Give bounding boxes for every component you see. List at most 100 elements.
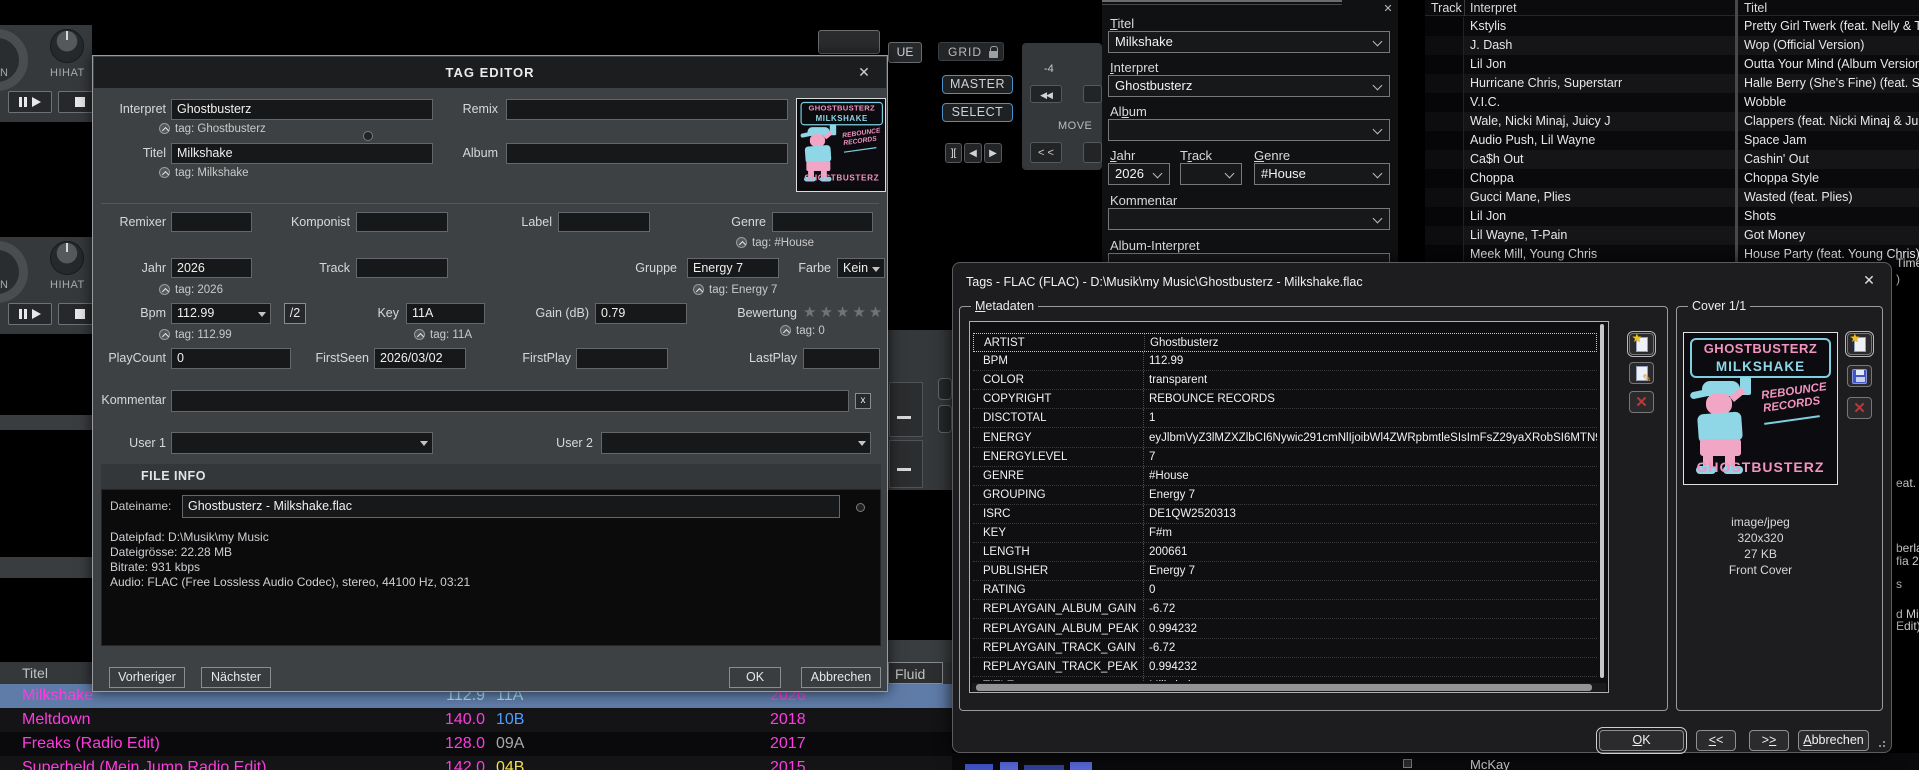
- vertical-scrollbar[interactable]: [1600, 324, 1604, 678]
- playlist-row[interactable]: Freaks (Radio Edit)128.009A2017: [0, 732, 952, 756]
- tracklist-row[interactable]: Lil Wayne, T-Pain: [1425, 226, 1735, 245]
- tracklist-row[interactable]: J. Dash: [1425, 36, 1735, 55]
- tag-source-icon[interactable]: [780, 325, 791, 336]
- jahr-field[interactable]: 2026: [171, 258, 252, 278]
- tag-source-icon[interactable]: [736, 237, 747, 248]
- playlist-row[interactable]: Meltdown140.010B2018: [0, 708, 952, 732]
- edit-tag-button[interactable]: ✎: [1629, 362, 1654, 384]
- album-combo[interactable]: [1108, 119, 1390, 141]
- metadata-row[interactable]: TITLEMilkshake: [973, 677, 1597, 681]
- album-field[interactable]: [506, 143, 788, 164]
- tag-source-icon[interactable]: [159, 284, 170, 295]
- genre-field[interactable]: [772, 212, 873, 232]
- tracklist-row[interactable]: Outta Your Mind (Album Version (: [1738, 55, 1919, 74]
- metadata-row[interactable]: REPLAYGAIN_ALBUM_PEAK0.994232: [973, 620, 1597, 639]
- metadata-row[interactable]: REPLAYGAIN_ALBUM_GAIN-6.72: [973, 600, 1597, 619]
- cover-image[interactable]: GHOSTBUSTERZMILKSHAKE REBOUNCERECORDS GH…: [1683, 332, 1838, 485]
- metadata-row[interactable]: DISCTOTAL1: [973, 409, 1597, 428]
- playlist-row[interactable]: Superheld (Mein Jump Radio Edit)142.004B…: [0, 756, 952, 770]
- kommentar-field[interactable]: [171, 390, 849, 412]
- knob-partial[interactable]: [0, 29, 28, 91]
- previous-file-button[interactable]: <<: [1696, 730, 1736, 751]
- eq-slider[interactable]: [889, 382, 923, 437]
- close-icon[interactable]: ✕: [1382, 2, 1394, 14]
- label-field[interactable]: [558, 212, 650, 232]
- partial-button[interactable]: [938, 378, 952, 400]
- metadata-row[interactable]: PUBLISHEREnergy 7: [973, 562, 1597, 581]
- tracklist-row[interactable]: Wobble: [1738, 93, 1919, 112]
- close-icon[interactable]: ✕: [1859, 271, 1879, 289]
- tracklist-row[interactable]: Audio Push, Lil Wayne: [1425, 131, 1735, 150]
- tracklist-row[interactable]: Wop (Official Version): [1738, 36, 1919, 55]
- horizontal-scrollbar[interactable]: [972, 683, 1606, 692]
- cancel-button[interactable]: Abbrechen: [1798, 730, 1869, 751]
- file-info-header[interactable]: FILE INFO: [141, 469, 206, 483]
- titel-combo[interactable]: Milkshake: [1108, 31, 1390, 53]
- tracklist-row[interactable]: Hurricane Chris, Superstarr: [1425, 74, 1735, 93]
- track-field[interactable]: [356, 258, 448, 278]
- bpm-half-button[interactable]: /2: [284, 303, 306, 324]
- partial-button[interactable]: [818, 30, 880, 54]
- tracklist-row[interactable]: Lil Jon: [1425, 207, 1735, 226]
- partial-button[interactable]: [938, 405, 952, 433]
- tracklist-row[interactable]: Halle Berry (She's Fine) (feat. Supe: [1738, 74, 1919, 93]
- metadata-row[interactable]: ENERGYLEVEL7: [973, 448, 1597, 467]
- stop-button[interactable]: [58, 91, 92, 113]
- interpret-field[interactable]: Ghostbusterz: [171, 99, 433, 120]
- tracklist-row[interactable]: Clappers (feat. Nicki Minaj & Juicy: [1738, 112, 1919, 131]
- kommentar-clear-button[interactable]: x: [855, 393, 871, 409]
- metadata-row[interactable]: KEYF#m: [973, 524, 1597, 543]
- titel-field[interactable]: Milkshake: [171, 143, 433, 164]
- playcount-field[interactable]: 0: [171, 348, 291, 369]
- metadata-row[interactable]: ARTISTGhostbusterz: [973, 333, 1597, 352]
- move-forward-button-partial[interactable]: [1083, 142, 1102, 163]
- remix-field[interactable]: [506, 99, 788, 120]
- link-dot-button[interactable]: [363, 131, 373, 141]
- nudge-left-button[interactable]: ◀: [964, 143, 982, 163]
- tracklist-row[interactable]: Cashin' Out: [1738, 150, 1919, 169]
- lock-icon[interactable]: [989, 51, 998, 58]
- dateiname-field[interactable]: Ghostbusterz - Milkshake.flac: [182, 495, 840, 518]
- farbe-dropdown[interactable]: Kein: [837, 258, 885, 278]
- next-file-button[interactable]: >>: [1749, 730, 1789, 751]
- move-back-button[interactable]: < <: [1030, 142, 1062, 163]
- fluid-column-header[interactable]: Fluid: [888, 662, 943, 684]
- skip-back-button[interactable]: ◀◀: [1030, 85, 1062, 103]
- add-cover-button[interactable]: ★: [1847, 333, 1872, 355]
- jahr-combo[interactable]: 2026: [1108, 163, 1170, 185]
- user2-dropdown[interactable]: [601, 432, 871, 454]
- eq-slider[interactable]: [889, 440, 923, 488]
- titel-column-header[interactable]: Titel: [22, 662, 48, 684]
- metadata-row[interactable]: GROUPINGEnergy 7: [973, 486, 1597, 505]
- next-button[interactable]: Nächster: [201, 667, 271, 688]
- pause-play-button[interactable]: [8, 91, 52, 113]
- metadata-row[interactable]: GENRE#House: [973, 467, 1597, 486]
- genre-combo[interactable]: #House: [1254, 163, 1390, 185]
- filename-dot-button[interactable]: [856, 503, 865, 512]
- tracklist-row[interactable]: Ca$h Out: [1425, 150, 1735, 169]
- firstseen-field[interactable]: 2026/03/02: [374, 348, 466, 369]
- tracklist-row[interactable]: Shots: [1738, 207, 1919, 226]
- delete-tag-button[interactable]: ✕: [1629, 391, 1654, 413]
- tracklist-row[interactable]: Space Jam: [1738, 131, 1919, 150]
- tracklist-row[interactable]: Wale, Nicki Minaj, Juicy J: [1425, 112, 1735, 131]
- titel-column-header[interactable]: Titel: [1744, 0, 1767, 16]
- firstplay-field[interactable]: [576, 348, 668, 369]
- ok-button[interactable]: OK: [729, 667, 781, 688]
- tracklist-row[interactable]: Pretty Girl Twerk (feat. Nelly & Tiff: [1738, 17, 1919, 36]
- cue-button-partial[interactable]: UE: [888, 42, 922, 63]
- previous-button[interactable]: Vorheriger: [109, 667, 185, 688]
- beat-split-button[interactable]: ][: [945, 143, 962, 163]
- lastplay-field[interactable]: [803, 348, 880, 369]
- close-icon[interactable]: ✕: [855, 63, 873, 81]
- tag-source-icon[interactable]: [159, 123, 170, 134]
- metadata-row[interactable]: REPLAYGAIN_TRACK_GAIN-6.72: [973, 639, 1597, 658]
- interpret-combo[interactable]: Ghostbusterz: [1108, 75, 1390, 97]
- metadata-row[interactable]: RATING0: [973, 581, 1597, 600]
- tracklist-row[interactable]: Lil Jon: [1425, 55, 1735, 74]
- knob-partial[interactable]: [0, 241, 28, 303]
- komponist-field[interactable]: [356, 212, 448, 232]
- pause-play-button[interactable]: [8, 303, 52, 325]
- metadata-row[interactable]: COLORtransparent: [973, 371, 1597, 390]
- delete-cover-button[interactable]: ✕: [1847, 397, 1872, 419]
